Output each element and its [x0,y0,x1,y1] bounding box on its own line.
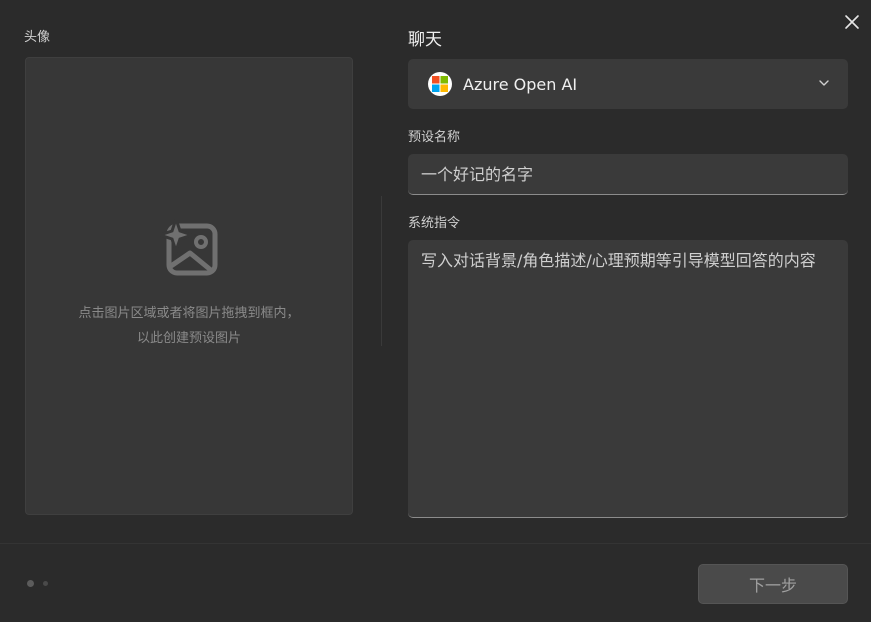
preset-name-input[interactable] [408,154,848,195]
avatar-label: 头像 [24,30,51,45]
image-sparkle-icon [160,219,218,276]
system-instruction-label: 系统指令 [408,216,461,231]
preset-name-label: 预设名称 [408,130,461,145]
avatar-hint: 点击图片区域或者将图片拖拽到框内， 以此创建预设图片 [26,301,352,351]
chat-title: 聊天 [408,30,442,50]
column-divider [381,196,382,346]
close-icon [845,15,859,29]
system-instruction-textarea[interactable] [408,240,848,518]
avatar-hint-line1: 点击图片区域或者将图片拖拽到框内， [78,306,300,321]
chevron-down-icon [819,80,829,86]
provider-selected-value: Azure Open AI [463,74,578,94]
page-indicator [27,580,48,587]
microsoft-logo-icon [428,72,452,96]
avatar-drop-zone[interactable]: 点击图片区域或者将图片拖拽到框内， 以此创建预设图片 [25,57,353,515]
page-dot [43,581,48,586]
next-button[interactable]: 下一步 [698,564,848,604]
avatar-hint-line2: 以此创建预设图片 [136,331,241,346]
provider-select[interactable]: Azure Open AI [408,59,848,109]
page-dot-active [27,580,34,587]
close-button[interactable] [838,8,866,36]
footer-separator [0,543,871,544]
